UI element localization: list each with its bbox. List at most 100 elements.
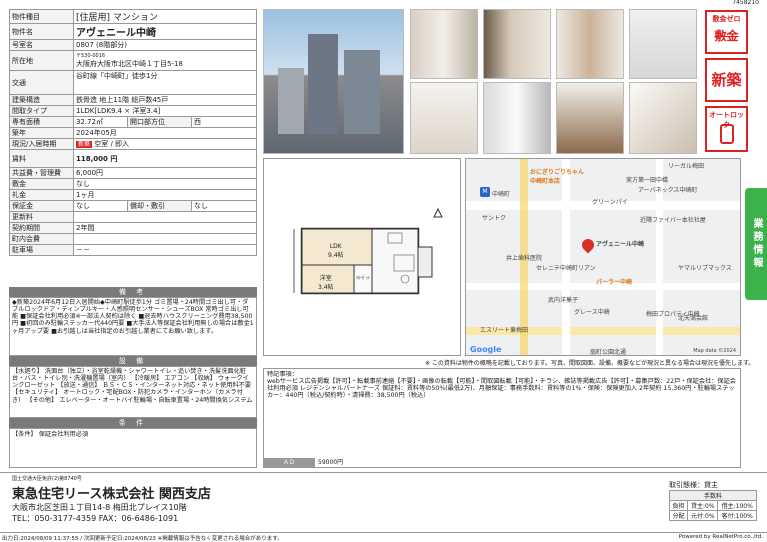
label: 現況/入居時期 — [9, 138, 74, 150]
room-label-ldk: LDK 9.4帖 — [328, 243, 344, 259]
label: 礼金 — [9, 189, 74, 201]
layout: 1LDK[LDK9.4 × 洋室3.4] — [73, 105, 257, 117]
map-label: ヤマルリブマックス — [678, 265, 732, 272]
fee-cell: 貸主:0% — [687, 500, 719, 511]
map-label: 扇町公園北通 — [590, 349, 627, 356]
label: 号室名 — [9, 39, 74, 51]
map-label: 実方第一田中橋 — [626, 177, 669, 184]
town-fee — [73, 233, 257, 245]
interior-photo-room — [629, 82, 697, 154]
fee-cell: 客付:100% — [717, 510, 757, 521]
label: 物件名 — [9, 23, 74, 40]
transit: 谷町線「中崎町」徒歩1分 — [73, 70, 257, 95]
transaction-mode: 取引態様：貸主 — [669, 480, 718, 490]
interior-photo-kitchen — [556, 82, 624, 154]
map-road — [562, 159, 570, 355]
interior-photo-toilet — [629, 9, 697, 79]
renewal-fee — [73, 211, 257, 223]
conditions-text: 【条件】 保証会社利用必須 — [9, 428, 257, 468]
special-text: webサービス広告掲載【許可】・転載事前連絡【不要】・画像の転載【可能】・間取図… — [267, 378, 736, 400]
building-shape — [278, 68, 304, 134]
structure: 鉄骨造 地上11階 総戸数45戸 — [73, 94, 257, 106]
deposit: なし — [73, 178, 257, 190]
interior-photo-bath — [483, 82, 551, 154]
key-money: 1ヶ月 — [73, 189, 257, 201]
ad-value: 59000円 — [318, 459, 344, 466]
contract-period: 2年間 — [73, 222, 257, 234]
label: 敷金 — [9, 178, 74, 190]
floorplan-drawing — [293, 207, 443, 295]
area: 32.72㎡ — [73, 116, 128, 128]
map-label: 近隣ファイバー本社社屋 — [640, 217, 706, 224]
map-label: アーバネックス中崎町 — [638, 187, 698, 194]
direction: 西 — [191, 116, 257, 128]
fee-row-label: 分配 — [668, 510, 689, 521]
interior-photo-shoebox — [556, 9, 624, 79]
new-building-badge: 新築 — [705, 58, 748, 102]
print-info: 出力日:2024/08/09 11:37:55 / 次回更新予定日:2024/0… — [2, 536, 283, 542]
address: 大阪府大阪市北区中崎１丁目5-18 — [76, 60, 183, 68]
business-info-tab[interactable]: 業務情報 — [745, 188, 767, 300]
remarks-text: ◆新築2024年6月12日入居開始◆中崎町駅徒歩1分 ゴミ置場・24時間ゴミ出し… — [9, 297, 257, 356]
map-label-shop2: パーラー中崎 — [596, 279, 633, 286]
fee-table: 手数料 負担 貸主:0% 借主:100% 分配 元付:0% 客付:100% — [668, 490, 757, 521]
label: 築年 — [9, 127, 74, 139]
property-spec-table: 物件種目 [住居用] マンション 物件名 アヴェニール中崎 号室名 0807 (8階部… — [9, 9, 257, 256]
building-photo — [263, 9, 404, 154]
zero-deposit-badge: 敷金ゼロ 敷金 — [705, 10, 748, 54]
google-logo: Google — [470, 345, 502, 354]
room-number: 0807 (8階部分) — [73, 39, 257, 51]
room-label-western: 洋室 3.4帖 — [318, 275, 334, 291]
parking: －－ — [73, 244, 257, 256]
label: 建築構造 — [9, 94, 74, 106]
address-cell: 〒530-0016 大阪府大阪市北区中崎１丁目5-18 — [73, 50, 257, 71]
autolock-badge: オートロック — [705, 106, 748, 152]
property-type: [住居用] マンション — [73, 9, 257, 24]
special-notes: 特記事項： webサービス広告掲載【許可】・転載事前連絡【不要】・画像の転載【可… — [263, 368, 741, 468]
map-label: 武内洋菓子 — [548, 297, 579, 304]
facilities-text: 【水廻り】 洗面台（独立）・浴室乾燥機・シャワートイレ・追い焚き・洗髪洗面化粧台… — [9, 366, 257, 418]
fee-row-label: 負担 — [668, 500, 689, 511]
document-id: 7458210 — [732, 0, 759, 6]
label: 償却・敷引 — [127, 200, 192, 212]
map-pin-icon — [579, 236, 597, 254]
label: 町内会費 — [9, 233, 74, 245]
company-name: 東急住宅リース株式会社 関西支店 — [12, 487, 211, 502]
label: 物件種目 — [9, 9, 74, 24]
company-tel: TEL：050-3177-4359 FAX：06-6486-1091 — [12, 514, 179, 523]
common-fee: 6,000円 — [73, 167, 257, 179]
transaction-mode-label: 取引態様： — [669, 481, 704, 489]
fee-cell: 借主:100% — [717, 500, 757, 511]
label: 交通 — [9, 70, 74, 95]
amortization: なし — [191, 200, 257, 212]
label: 所在地 — [9, 50, 74, 71]
powered-by: Powered by RealNetPro.co.,ltd. — [678, 534, 763, 540]
label: 専有面積 — [9, 116, 74, 128]
fee-heading: 手数料 — [669, 490, 757, 501]
map-label-target: アヴェニール中崎 — [596, 241, 645, 248]
map-label: 井上歯科医院 — [506, 255, 543, 262]
building-shape — [308, 34, 338, 134]
room-label-closet: ｸﾛｰｾﾞｯﾄ — [356, 275, 370, 280]
interior-photo-washroom — [410, 82, 478, 154]
property-name: アヴェニール中崎 — [73, 23, 257, 40]
zero-deposit-sub: 敷金 — [714, 29, 739, 43]
status-cell: 新築 空室 / 即入 — [73, 138, 257, 150]
map-label: エスリート東梅田 — [480, 327, 529, 334]
map-label: グリーンパイ — [592, 199, 628, 206]
label: 間取タイプ — [9, 105, 74, 117]
ad-label: ＡＤ — [263, 458, 315, 468]
label: 開口部方位 — [127, 116, 192, 128]
rent: 118,000 円 — [73, 149, 257, 168]
map-label: セレニテ中崎町リアン — [536, 265, 596, 272]
zip-code: 〒530-0016 — [76, 53, 106, 59]
license: 国土交通大臣免許(2)第8740号 — [12, 476, 82, 482]
area-map[interactable]: M 中崎町 おにぎりごりちゃん 中崎町本店 アヴェニール中崎 パーラー中崎 リー… — [465, 158, 741, 356]
remarks-heading: 備 考 — [9, 287, 257, 297]
floorplan: LDK 9.4帖 洋室 3.4帖 ｸﾛｰｾﾞｯﾄ — [263, 158, 461, 356]
status: 空室 / 即入 — [94, 140, 130, 148]
map-label: サントク — [482, 215, 507, 222]
guarantee: なし — [73, 200, 128, 212]
subway-icon: M — [480, 187, 490, 197]
disclaimer: ※ この資料は物件の概略を記載しております。写真、間取図面、設備、概要などが現況… — [425, 360, 755, 367]
